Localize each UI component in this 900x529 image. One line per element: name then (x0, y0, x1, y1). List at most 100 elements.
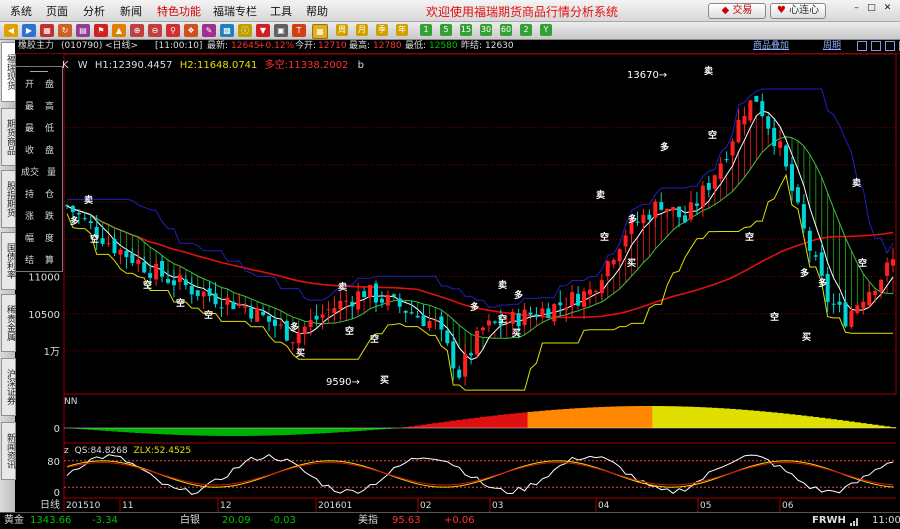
candle-body (214, 293, 218, 304)
nn-bar (421, 425, 427, 428)
ticker-silver-name[interactable]: 白银 (180, 513, 200, 529)
x-axis-title: 日线 (40, 498, 60, 511)
candle-body (582, 291, 586, 306)
nn-bar (141, 428, 147, 433)
nn-bar (563, 409, 569, 428)
nn-bar (474, 418, 480, 428)
candle-body (814, 255, 818, 256)
candle-body (707, 183, 711, 190)
nn-bar (878, 426, 884, 428)
candle-body (618, 249, 622, 261)
candle-body (142, 262, 146, 272)
candle-body (196, 290, 200, 296)
candle-body (124, 251, 128, 257)
candle-body (832, 304, 836, 305)
y-axis-label: 1万 (44, 347, 60, 358)
candle-body (392, 294, 396, 296)
candle-body (237, 304, 241, 306)
nn-bar (539, 411, 545, 428)
candle-body (737, 120, 741, 142)
candle-body (297, 333, 301, 343)
nn-bar (314, 428, 320, 434)
qs-legend: z QS:84.8268 ZLX:52.4525 (64, 446, 191, 456)
signal-marker: 多 (628, 213, 637, 225)
candle-body (849, 311, 853, 327)
candle-body (683, 215, 687, 222)
candle-body (796, 187, 800, 202)
nn-bar (254, 428, 260, 436)
nn-bar (201, 428, 207, 436)
candle-body (517, 313, 521, 326)
signal-marker: 空 (600, 231, 609, 243)
nn-bar (260, 428, 266, 436)
candle-body (600, 280, 604, 293)
candle-body (594, 291, 598, 292)
signal-marker: 空 (745, 231, 754, 243)
axis-labels: 1200011000105001万0800日线20151011122016010… (28, 198, 794, 512)
nn-bar (652, 406, 658, 428)
candle-body (540, 308, 544, 315)
candle-body (416, 316, 420, 318)
ticker-gold-change: -3.34 (92, 513, 118, 529)
nn-bar (545, 410, 551, 428)
ticker-gold-name[interactable]: 黄金 (4, 513, 24, 529)
candle-body (653, 202, 657, 218)
candle-body (255, 308, 259, 322)
candle-body (487, 321, 491, 326)
nn-bar (658, 406, 664, 428)
nn-bar (438, 422, 444, 428)
candle-body (386, 295, 390, 306)
nn-bar (753, 411, 759, 428)
nn-bar (575, 408, 581, 428)
candle-body (398, 298, 402, 306)
candle-body (469, 353, 473, 355)
nn-bar (635, 406, 641, 428)
signal-marker: 空 (204, 309, 213, 321)
nn-bar (302, 428, 308, 434)
nn-bar (837, 420, 843, 428)
candle-body (588, 290, 592, 295)
candle-body (641, 215, 645, 223)
signal-markers: 13670→9590→卖买卖买卖买卖买卖买卖多空空空空多空空多空多空多多空空空多… (70, 65, 867, 388)
candle-body (624, 235, 628, 246)
candle-body (178, 275, 182, 282)
nn-bar (308, 428, 314, 434)
candle-body (529, 313, 533, 315)
candle-body (784, 146, 788, 167)
main-legend: K W H1:12390.4457 H2:11648.0741 多空:11338… (62, 56, 364, 71)
nn-bar (866, 424, 872, 428)
signal-marker: 卖 (596, 189, 605, 201)
nn-bar (284, 428, 290, 435)
ticker-bar: 黄金 1343.66 -3.34 白银 20.09 -0.03 美指 95.63… (0, 512, 900, 529)
candle-body (291, 342, 295, 343)
signal-marker: 空 (370, 333, 379, 345)
clock: 11:00 (872, 513, 900, 529)
qs-legend-z: z (64, 446, 69, 456)
candle-body (101, 238, 105, 244)
brand-label: FRWH (812, 513, 846, 529)
candle-body (564, 308, 568, 310)
candle-body (410, 312, 414, 313)
ticker-usdx-name[interactable]: 美指 (358, 513, 378, 529)
nn-bar (557, 409, 563, 428)
nn-bar (337, 428, 343, 432)
candle-body (279, 324, 283, 325)
nn-bar (533, 411, 539, 428)
candle-body (808, 231, 812, 251)
candle-body (404, 311, 408, 313)
nn-bar (349, 428, 355, 431)
candle-body (463, 354, 467, 377)
nn-bar (617, 406, 623, 428)
candle-body (445, 330, 449, 343)
nn-bar (676, 406, 682, 428)
nn-bar (189, 428, 195, 435)
candle-body (148, 273, 152, 278)
signal-marker: 空 (770, 311, 779, 323)
nn-bar (646, 406, 652, 428)
signal-marker: 空 (345, 325, 354, 337)
nn-bar (706, 408, 712, 428)
candle-body (689, 202, 693, 219)
candle-body (552, 304, 556, 321)
candle-body (659, 202, 663, 210)
nn-bar (486, 416, 492, 428)
